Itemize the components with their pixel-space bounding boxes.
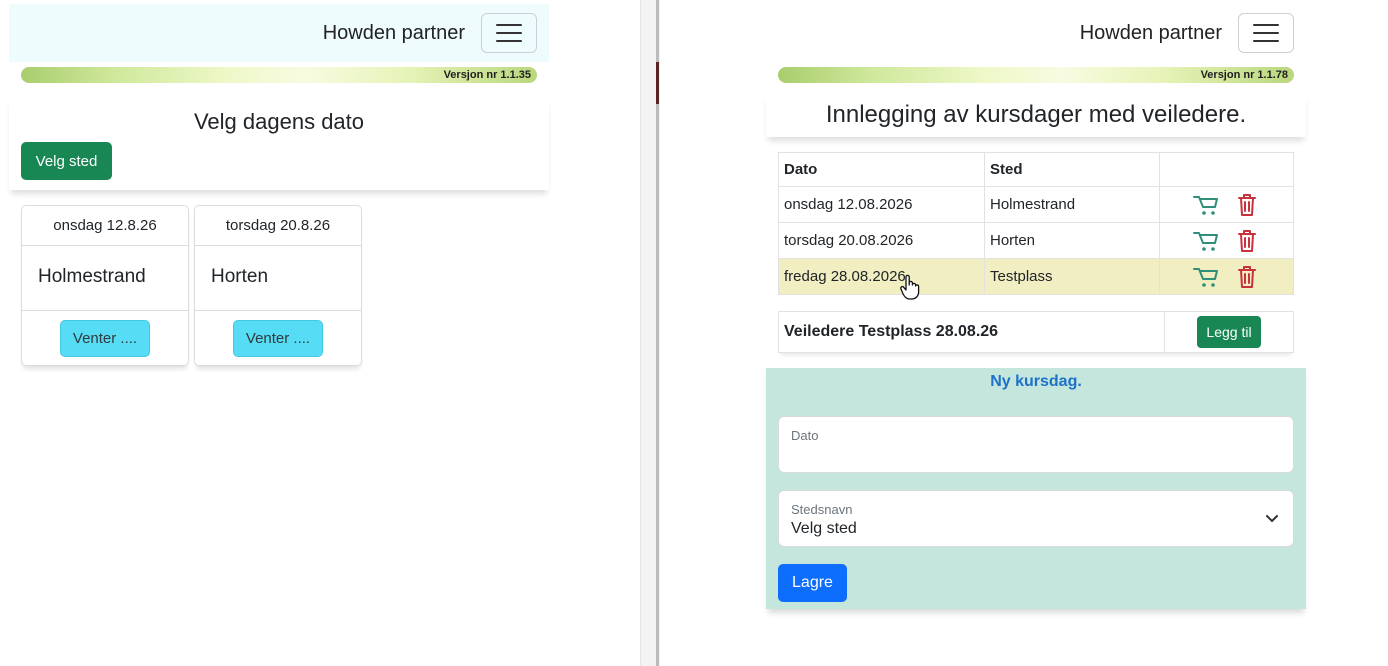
day-card-1[interactable]: onsdag 12.8.26 Holmestrand Venter .... bbox=[21, 205, 189, 366]
row-date: torsdag 20.08.2026 bbox=[778, 222, 985, 259]
day-card-footer: Venter .... bbox=[22, 311, 188, 365]
row-place: Holmestrand bbox=[984, 186, 1160, 223]
right-brand[interactable]: Howden partner bbox=[1080, 22, 1222, 45]
trash-icon[interactable] bbox=[1234, 265, 1260, 289]
day-card-footer: Venter .... bbox=[195, 311, 361, 365]
col-date-header: Dato bbox=[778, 152, 985, 187]
left-heading: Velg dagens dato bbox=[193, 109, 365, 134]
cart-icon[interactable] bbox=[1192, 193, 1219, 217]
right-version-bar: Versjon nr 1.1.78 bbox=[778, 67, 1294, 83]
row-actions bbox=[1159, 222, 1294, 259]
place-select-value: Velg sted bbox=[791, 520, 857, 537]
row-actions bbox=[1159, 186, 1294, 223]
veiledere-action-cell: Legg til bbox=[1164, 312, 1293, 352]
menu-icon bbox=[496, 24, 522, 26]
right-menu-button[interactable] bbox=[1238, 13, 1294, 53]
place-select[interactable]: Stedsnavn Velg sted bbox=[778, 490, 1294, 547]
right-navbar: Howden partner bbox=[766, 4, 1306, 62]
left-date-panel: Velg dagens dato Velg sted bbox=[9, 96, 549, 190]
day-card-place: Holmestrand bbox=[22, 246, 188, 311]
table-row[interactable]: onsdag 12.08.2026 Holmestrand bbox=[778, 186, 1294, 223]
chevron-down-icon bbox=[1266, 515, 1278, 522]
select-place-button[interactable]: Velg sted bbox=[21, 142, 112, 180]
form-title: Ny kursdag. bbox=[990, 373, 1082, 390]
cart-icon[interactable] bbox=[1192, 229, 1219, 253]
day-card-2[interactable]: torsdag 20.8.26 Horten Venter .... bbox=[194, 205, 362, 366]
date-field-label: Dato bbox=[791, 428, 819, 443]
col-actions-header bbox=[1159, 152, 1294, 187]
table-header-row: Dato Sted bbox=[778, 152, 1294, 187]
row-date: fredag 28.08.2026 bbox=[778, 258, 985, 295]
place-select-label: Stedsnavn bbox=[791, 502, 853, 517]
day-card-date: torsdag 20.8.26 bbox=[195, 206, 361, 246]
date-field[interactable]: Dato bbox=[778, 416, 1294, 473]
trash-icon[interactable] bbox=[1234, 193, 1260, 217]
window-divider[interactable] bbox=[640, 0, 660, 666]
menu-icon-bar bbox=[1253, 40, 1279, 42]
day-card-date: onsdag 12.8.26 bbox=[22, 206, 188, 246]
waiting-button[interactable]: Venter .... bbox=[233, 319, 323, 357]
divider-mark bbox=[656, 62, 659, 104]
row-date: onsdag 12.08.2026 bbox=[778, 186, 985, 223]
veiledere-row: Veiledere Testplass 28.08.26 Legg til bbox=[778, 311, 1294, 353]
menu-icon-bar bbox=[496, 40, 522, 42]
left-version-bar: Versjon nr 1.1.35 bbox=[21, 67, 537, 83]
save-button[interactable]: Lagre bbox=[778, 564, 847, 602]
menu-icon-bar bbox=[1253, 32, 1279, 34]
left-menu-button[interactable] bbox=[481, 13, 537, 53]
hand-cursor-icon bbox=[900, 274, 920, 300]
waiting-button[interactable]: Venter .... bbox=[60, 319, 150, 357]
right-window: Howden partner Versjon nr 1.1.78 Innlegg… bbox=[660, 0, 1388, 666]
left-brand[interactable]: Howden partner bbox=[323, 22, 465, 45]
table-row[interactable]: torsdag 20.08.2026 Horten bbox=[778, 222, 1294, 259]
menu-icon bbox=[1253, 24, 1279, 26]
cart-icon[interactable] bbox=[1192, 265, 1219, 289]
new-course-day-form: Ny kursdag. Dato Stedsnavn Velg sted Lag… bbox=[766, 368, 1306, 609]
trash-icon[interactable] bbox=[1234, 229, 1260, 253]
left-window: Howden partner Versjon nr 1.1.35 Velg da… bbox=[0, 0, 640, 666]
add-veileder-button[interactable]: Legg til bbox=[1197, 316, 1261, 348]
left-navbar: Howden partner bbox=[9, 4, 549, 62]
course-days-table: Dato Sted onsdag 12.08.2026 Holmestrand … bbox=[778, 152, 1294, 295]
menu-icon-bar bbox=[496, 32, 522, 34]
day-card-place: Horten bbox=[195, 246, 361, 311]
table-row-selected[interactable]: fredag 28.08.2026 Testplass bbox=[778, 258, 1294, 295]
col-place-header: Sted bbox=[984, 152, 1160, 187]
row-place: Testplass bbox=[984, 258, 1160, 295]
veiledere-label: Veiledere Testplass 28.08.26 bbox=[784, 323, 999, 340]
right-heading: Innlegging av kursdager med veiledere. bbox=[825, 101, 1247, 128]
row-actions bbox=[1159, 258, 1294, 295]
row-place: Horten bbox=[984, 222, 1160, 259]
right-heading-panel: Innlegging av kursdager med veiledere. bbox=[766, 92, 1306, 137]
